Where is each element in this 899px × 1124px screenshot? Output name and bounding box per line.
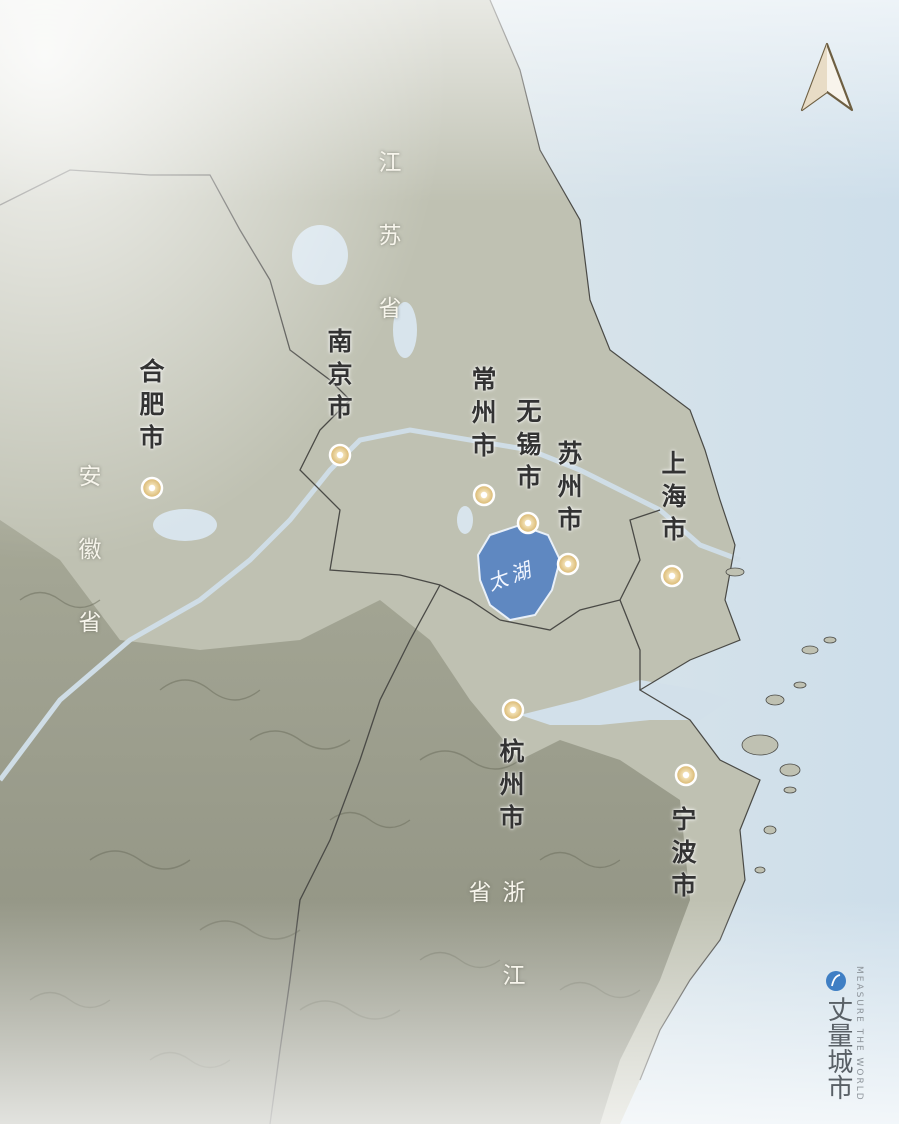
city-marker-icon	[501, 698, 525, 722]
city-label-shanghai: 上海市	[658, 450, 687, 549]
city-marker-icon	[472, 483, 496, 507]
city-label-hangzhou: 杭州市	[496, 738, 525, 837]
city-label-ningbo: 宁波市	[668, 806, 697, 905]
brand-tagline: MEASURE THE WORLD	[854, 966, 864, 1102]
city-marker-icon	[674, 763, 698, 787]
city-marker-icon	[328, 443, 352, 467]
city-marker-icon	[660, 564, 684, 588]
map-canvas	[0, 0, 899, 1124]
province-label-jiangsu: 江苏省	[374, 150, 400, 369]
province-label-anhui: 安徽省	[74, 464, 100, 683]
city-marker-icon	[556, 552, 580, 576]
province-label-zhejiang: 浙江省	[464, 880, 524, 1046]
city-marker-icon	[516, 511, 540, 535]
brand-name: 丈量城市	[822, 996, 853, 1100]
city-marker-icon	[140, 476, 164, 500]
city-label-hefei: 合肥市	[136, 358, 165, 457]
city-label-suzhou: 苏州市	[554, 440, 583, 539]
city-label-nanjing: 南京市	[324, 328, 353, 427]
bottom-fade	[0, 0, 899, 1124]
brand-logo-icon	[826, 971, 846, 991]
city-label-changzhou: 常州市	[468, 366, 497, 465]
city-label-wuxi: 无锡市	[513, 398, 542, 497]
